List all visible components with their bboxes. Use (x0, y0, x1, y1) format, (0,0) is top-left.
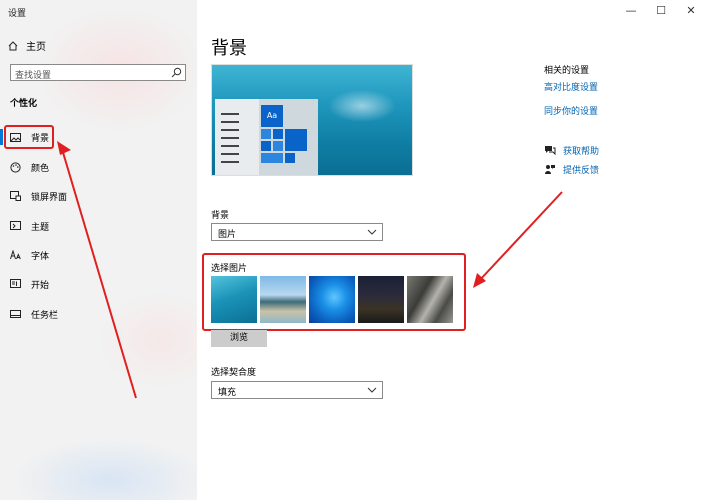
search-input[interactable]: 查找设置 (10, 64, 186, 81)
sidebar-item-label: 主题 (31, 222, 50, 233)
help-chat-icon (545, 146, 556, 156)
home-label: 主页 (26, 42, 46, 53)
active-indicator (0, 129, 3, 145)
sidebar-item-theme[interactable]: 主题 (0, 215, 197, 237)
background-type-dropdown[interactable]: 图片 (211, 223, 383, 241)
background-preview: Aa (211, 64, 413, 176)
palette-icon (10, 161, 21, 173)
sidebar-item-start[interactable]: 开始 (0, 273, 197, 295)
fit-value: 填充 (218, 388, 237, 398)
sync-settings-link[interactable]: 同步你的设置 (544, 104, 598, 117)
lockscreen-icon (10, 191, 21, 201)
preview-start-menu: Aa (215, 99, 318, 175)
window-title: 设置 (8, 9, 27, 19)
home-nav[interactable]: 主页 (8, 38, 46, 53)
annotation-arrow-pictures (477, 191, 563, 283)
feedback-icon (545, 165, 555, 174)
close-button[interactable]: ✕ (676, 4, 706, 17)
window-controls: — ☐ ✕ (616, 4, 706, 17)
feedback-label: 提供反馈 (563, 166, 600, 176)
fit-dropdown[interactable]: 填充 (211, 381, 383, 399)
browse-button[interactable]: 浏览 (211, 330, 267, 347)
home-icon (8, 40, 18, 50)
get-help-link[interactable]: 获取帮助 (544, 144, 599, 157)
page-title: 背景 (211, 38, 247, 59)
preview-diver (322, 87, 402, 125)
taskbar-icon (10, 310, 21, 318)
sidebar-item-taskbar[interactable]: 任务栏 (0, 303, 197, 325)
chevron-down-icon (367, 229, 377, 235)
preview-menu-list (215, 99, 259, 175)
sidebar-item-lockscreen[interactable]: 锁屏界面 (0, 185, 197, 207)
high-contrast-link[interactable]: 高对比度设置 (544, 80, 598, 93)
get-help-label: 获取帮助 (563, 147, 600, 157)
preview-sample-tile: Aa (261, 105, 283, 127)
section-title: 个性化 (10, 99, 38, 109)
sidebar-item-colors[interactable]: 颜色 (0, 156, 197, 178)
fit-label: 选择契合度 (211, 368, 257, 378)
font-icon (10, 250, 21, 260)
sidebar-item-fonts[interactable]: 字体 (0, 244, 197, 266)
background-type-value: 图片 (218, 230, 237, 240)
highlight-box-pictures (202, 253, 466, 331)
sidebar-item-label: 开始 (31, 280, 50, 291)
minimize-button[interactable]: — (616, 4, 646, 17)
sidebar-item-label: 锁屏界面 (31, 192, 68, 203)
feedback-link[interactable]: 提供反馈 (544, 163, 599, 176)
theme-icon (10, 221, 21, 230)
start-icon (10, 279, 21, 288)
maximize-button[interactable]: ☐ (646, 4, 676, 17)
sidebar: 设置 主页 查找设置 个性化 背景 颜色 锁屏界面 主题 字体 开始 任务栏 (0, 0, 197, 500)
sidebar-item-label: 字体 (31, 251, 50, 262)
search-icon (171, 67, 182, 78)
annotation-arrowhead-pictures (473, 273, 486, 288)
background-label: 背景 (211, 211, 230, 221)
sidebar-item-label: 任务栏 (31, 310, 59, 321)
sidebar-item-label: 颜色 (31, 163, 50, 174)
search-placeholder: 查找设置 (15, 71, 52, 81)
chevron-down-icon (367, 387, 377, 393)
highlight-box-sidebar (4, 125, 54, 149)
related-settings-title: 相关的设置 (544, 66, 590, 76)
